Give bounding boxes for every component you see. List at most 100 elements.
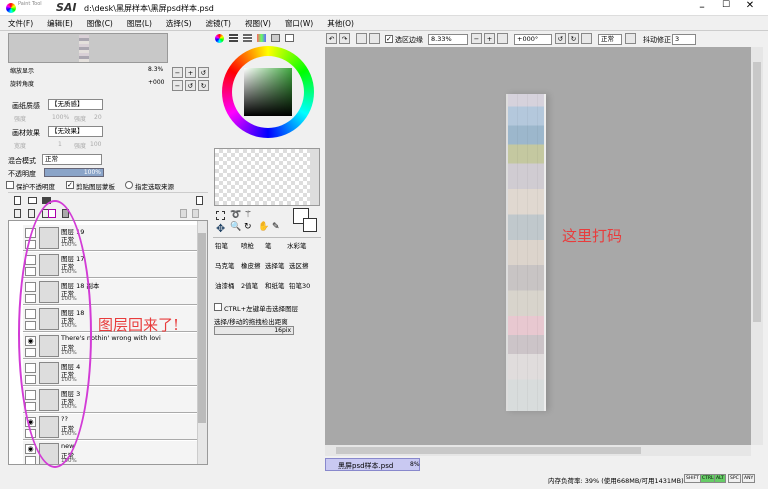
- tool-eraser[interactable]: 橡皮擦: [241, 260, 261, 270]
- toolbar-zoom-reset-button[interactable]: [497, 33, 508, 44]
- zoom-in-button[interactable]: +: [185, 67, 196, 78]
- ctrl-click-checkbox[interactable]: [214, 303, 222, 311]
- menu-select[interactable]: 选择(S): [159, 16, 199, 31]
- flip-button[interactable]: [625, 33, 636, 44]
- color-wheel[interactable]: [222, 46, 314, 138]
- tool-brush[interactable]: 笔: [265, 240, 272, 250]
- eyedropper-icon[interactable]: ✎: [272, 222, 280, 232]
- invert-selection-button[interactable]: [369, 33, 380, 44]
- app-logo: SAI: [56, 1, 77, 14]
- menu-file[interactable]: 文件(F): [0, 16, 40, 31]
- selection-edge-label: 选区边缘: [395, 36, 423, 44]
- color-wheel-tab-icon[interactable]: [215, 34, 224, 43]
- effect-label: 画材效果: [12, 129, 40, 137]
- document-tab-zoom: 8%: [410, 461, 420, 468]
- navigator-zoom-value[interactable]: 8.3%: [148, 66, 163, 73]
- texture-label: 画纸质感: [12, 102, 40, 110]
- lock-toggle[interactable]: [25, 456, 36, 464]
- any-key-indicator: ANY: [742, 474, 756, 483]
- source-radio[interactable]: [125, 181, 133, 189]
- move-distance-slider[interactable]: 16pix: [214, 326, 294, 335]
- rotate-left-button[interactable]: −: [172, 80, 183, 91]
- lock-icon[interactable]: [180, 209, 187, 218]
- zoom-reset-button[interactable]: ↺: [198, 67, 209, 78]
- tool-deselect[interactable]: 选区擦: [289, 260, 309, 270]
- zoom-field[interactable]: 8.33%: [428, 34, 468, 45]
- canvas-area[interactable]: 这里打码: [325, 47, 751, 445]
- hsv-slider-tab-icon[interactable]: [243, 34, 252, 42]
- new-folder-icon[interactable]: [28, 197, 37, 204]
- scratchpad-tab-icon[interactable]: [285, 34, 294, 42]
- menu-layer[interactable]: 图层(L): [120, 16, 159, 31]
- blend-mode-select[interactable]: 正常: [42, 154, 102, 165]
- canvas-vscrollbar-thumb[interactable]: [753, 62, 761, 322]
- tool-airbrush[interactable]: 喷枪: [241, 240, 254, 250]
- document-tab-name: 黑屏psd样本.psd: [338, 462, 394, 470]
- tool-select-pen[interactable]: 选择笔: [265, 260, 285, 270]
- layer-panel-icon[interactable]: [196, 196, 203, 205]
- protect-opacity-checkbox[interactable]: [6, 181, 14, 189]
- modifier-keys: SHIFT CTRL ALT SPC ANY: [684, 474, 768, 485]
- rgb-slider-tab-icon[interactable]: [229, 34, 238, 42]
- scratchpad[interactable]: [214, 148, 320, 206]
- copy-layer-icon[interactable]: [14, 209, 21, 218]
- menu-image[interactable]: 图像(C): [80, 16, 120, 31]
- saturation-value-square[interactable]: [244, 68, 292, 116]
- opacity-slider[interactable]: 100%: [44, 168, 104, 177]
- rotate-icon[interactable]: ↻: [244, 222, 252, 232]
- toolbar-zoom-out-button[interactable]: −: [471, 33, 482, 44]
- zoom-out-button[interactable]: −: [172, 67, 183, 78]
- texture-select[interactable]: 【无质感】: [48, 99, 103, 110]
- tool-pencil30[interactable]: 铅笔30: [289, 280, 310, 290]
- minimize-button[interactable]: –: [692, 0, 712, 13]
- menu-edit[interactable]: 编辑(E): [40, 16, 80, 31]
- secondary-color-swatch[interactable]: [303, 218, 317, 232]
- navigator-panel[interactable]: [8, 33, 168, 63]
- menu-filter[interactable]: 滤镜(T): [199, 16, 238, 31]
- tool-binary-pen[interactable]: 2值笔: [241, 280, 258, 290]
- palette-tab-icon[interactable]: [257, 34, 266, 42]
- menu-other[interactable]: 其他(O): [320, 16, 361, 31]
- tool-watercolor[interactable]: 水彩笔: [287, 240, 307, 250]
- scratchpad-scrollbar[interactable]: [310, 149, 319, 205]
- effect-select[interactable]: 【无效果】: [48, 126, 103, 137]
- unlock-icon[interactable]: [192, 209, 199, 218]
- swatch-tab-icon[interactable]: [271, 34, 280, 42]
- tool-pencil[interactable]: 铅笔: [215, 240, 228, 250]
- menu-view[interactable]: 视图(V): [238, 16, 278, 31]
- blend-field[interactable]: 正常: [598, 34, 622, 45]
- rotate-ccw-button[interactable]: ↺: [555, 33, 566, 44]
- rotate-reset-toolbar-button[interactable]: [581, 33, 592, 44]
- close-button[interactable]: ✕: [740, 0, 760, 11]
- navigator-zoom-label: 缩放显示: [10, 68, 35, 75]
- clip-mask-checkbox[interactable]: ✓: [66, 181, 74, 189]
- new-layer-icon[interactable]: [14, 196, 21, 205]
- selection-edge-checkbox[interactable]: ✓: [385, 35, 393, 43]
- angle-field[interactable]: +000°: [514, 34, 552, 45]
- move-icon[interactable]: ✥: [216, 222, 225, 235]
- hand-icon[interactable]: ✋: [258, 222, 269, 232]
- tool-marker[interactable]: 马克笔: [215, 260, 235, 270]
- navigator-rotate-value[interactable]: +000: [148, 79, 164, 86]
- merge-layer-icon[interactable]: [28, 209, 35, 218]
- canvas-hscrollbar-thumb[interactable]: [336, 447, 641, 454]
- rotate-reset-button[interactable]: ↺: [185, 80, 196, 91]
- lasso-icon[interactable]: ➰: [230, 210, 241, 220]
- menu-window[interactable]: 窗口(W): [278, 16, 320, 31]
- redo-button[interactable]: ↷: [339, 33, 350, 44]
- maximize-button[interactable]: ☐: [716, 0, 736, 10]
- correction-field[interactable]: 3: [672, 34, 696, 45]
- tool-bucket[interactable]: 油漆桶: [215, 280, 235, 290]
- magic-wand-icon[interactable]: ⚚: [244, 210, 252, 220]
- effect-width-value: 1: [58, 141, 62, 148]
- toolbar-zoom-in-button[interactable]: +: [484, 33, 495, 44]
- layer-scrollbar-thumb[interactable]: [198, 233, 206, 423]
- undo-button[interactable]: ↶: [326, 33, 337, 44]
- rotate-right-button[interactable]: ↻: [198, 80, 209, 91]
- rect-select-icon[interactable]: [216, 211, 225, 220]
- rotate-cw-button[interactable]: ↻: [568, 33, 579, 44]
- document-tab[interactable]: 黑屏psd样本.psd 8%: [325, 458, 420, 471]
- zoom-icon[interactable]: 🔍: [230, 222, 241, 232]
- deselect-button[interactable]: [356, 33, 367, 44]
- tool-washi-pen[interactable]: 和纸笔: [265, 280, 285, 290]
